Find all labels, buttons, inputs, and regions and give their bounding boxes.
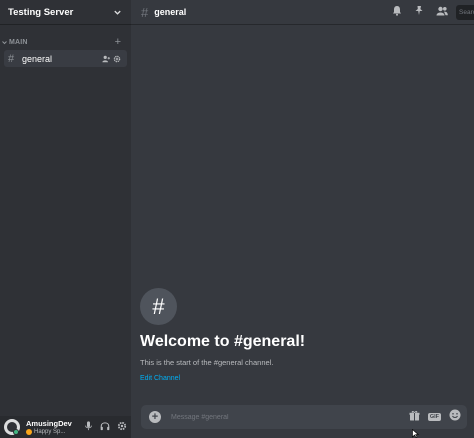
gear-icon[interactable]	[113, 50, 121, 68]
channel-header: # general Search	[131, 0, 474, 25]
search-input[interactable]: Search	[456, 4, 474, 20]
hash-icon: #	[140, 288, 177, 325]
plus-icon[interactable]: +	[115, 37, 121, 48]
gear-icon[interactable]	[117, 418, 127, 436]
welcome-subtitle: This is the start of the #general channe…	[140, 358, 274, 367]
hash-icon: #	[8, 52, 15, 65]
bell-icon[interactable]	[392, 3, 402, 21]
members-icon[interactable]	[436, 3, 448, 21]
channel-sidebar: Testing Server MAIN + # general AmusingD…	[0, 0, 131, 438]
mouse-cursor-icon	[412, 429, 420, 438]
category-label: MAIN	[9, 38, 28, 46]
category-collapse-icon	[2, 40, 7, 44]
pin-icon[interactable]	[414, 3, 424, 21]
welcome-title: Welcome to #general!	[140, 333, 306, 350]
hash-icon: #	[141, 4, 149, 20]
chevron-down-icon[interactable]	[113, 8, 122, 17]
custom-status: Happy Sp...	[34, 428, 66, 435]
username[interactable]: AmusingDev	[26, 419, 84, 428]
gif-icon[interactable]: GIF	[427, 413, 441, 421]
plus-icon[interactable]: +	[149, 411, 161, 423]
microphone-icon[interactable]	[84, 418, 93, 436]
channel-name: general	[22, 53, 53, 64]
emoji-icon[interactable]	[449, 408, 461, 426]
channel-title: general	[154, 7, 187, 17]
message-composer: + GIF	[141, 405, 467, 429]
status-emoji-icon	[26, 428, 32, 435]
online-status-dot	[13, 429, 19, 435]
server-header[interactable]: Testing Server	[0, 0, 131, 25]
chat-area: # general Search # Welcome to #general! …	[131, 0, 474, 438]
channel-category[interactable]: MAIN +	[0, 36, 131, 48]
channel-welcome: # Welcome to #general! This is the start…	[140, 288, 305, 385]
gift-icon[interactable]	[409, 408, 420, 426]
headphones-icon[interactable]	[100, 418, 110, 436]
channel-item-general[interactable]: # general	[4, 50, 127, 67]
user-panel: AmusingDev Happy Sp...	[0, 416, 131, 438]
edit-channel-link[interactable]: Edit Channel	[140, 375, 180, 382]
server-name: Testing Server	[8, 6, 74, 18]
message-input[interactable]	[171, 413, 409, 421]
invite-icon[interactable]	[102, 50, 110, 68]
